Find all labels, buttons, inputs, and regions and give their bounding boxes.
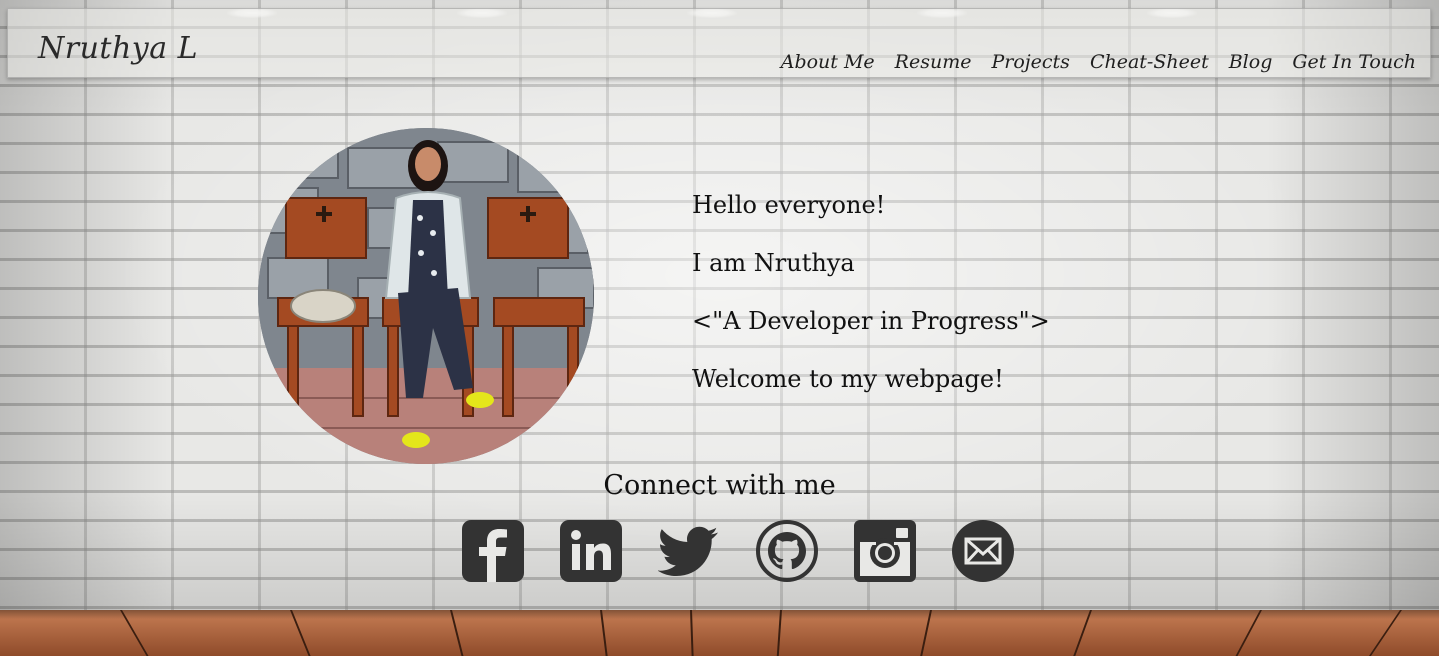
intro-name: I am Nruthya	[692, 249, 855, 277]
main-nav: About Me Resume Projects Cheat-Sheet Blo…	[781, 51, 1416, 73]
instagram-icon[interactable]	[854, 520, 916, 582]
email-icon[interactable]	[952, 520, 1014, 582]
github-icon[interactable]	[756, 520, 818, 582]
intro-welcome: Welcome to my webpage!	[692, 365, 1004, 393]
twitter-icon[interactable]	[658, 520, 720, 582]
intro-greeting: Hello everyone!	[692, 191, 886, 219]
facebook-icon[interactable]	[462, 520, 524, 582]
site-header: Nruthya L About Me Resume Projects Cheat…	[7, 8, 1431, 78]
wood-floor-background	[0, 610, 1439, 656]
profile-photo	[258, 128, 594, 464]
nav-get-in-touch[interactable]: Get In Touch	[1292, 51, 1416, 73]
nav-about-me[interactable]: About Me	[781, 51, 875, 73]
connect-title: Connect with me	[603, 470, 836, 501]
nav-cheat-sheet[interactable]: Cheat-Sheet	[1090, 51, 1209, 73]
nav-resume[interactable]: Resume	[895, 51, 972, 73]
social-links	[462, 520, 1014, 582]
nav-projects[interactable]: Projects	[991, 51, 1069, 73]
nav-blog[interactable]: Blog	[1229, 51, 1273, 73]
site-brand[interactable]: Nruthya L	[38, 31, 198, 66]
linkedin-icon[interactable]	[560, 520, 622, 582]
intro-text: Hello everyone! I am Nruthya <"A Develop…	[692, 192, 1112, 424]
intro-tagline: <"A Developer in Progress">	[692, 307, 1050, 335]
